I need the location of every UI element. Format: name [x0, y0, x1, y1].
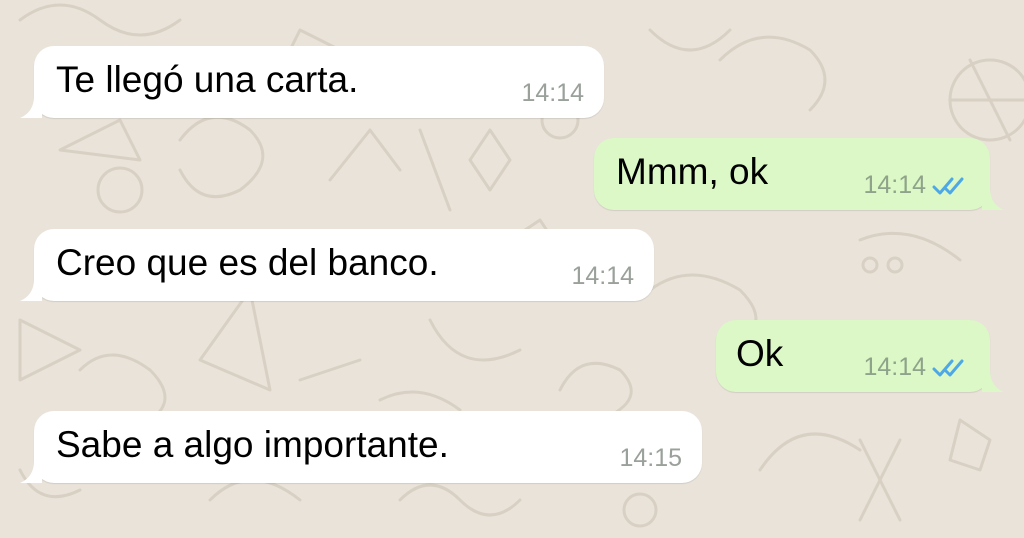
message-meta: 14:15 — [619, 444, 682, 473]
message-meta: 14:14 — [863, 171, 970, 200]
message-text: Creo que es del banco. — [56, 242, 439, 283]
message-time: 14:14 — [571, 262, 634, 290]
double-check-read-icon — [932, 359, 964, 376]
message-text: Sabe a algo importante. — [56, 424, 449, 465]
message-text: Ok — [736, 333, 784, 374]
message-bubble-incoming-2[interactable]: Creo que es del banco. 14:14 — [20, 229, 654, 301]
message-text: Te llegó una carta. — [56, 59, 359, 100]
message-bubble-incoming-3[interactable]: Sabe a algo importante. 14:15 — [20, 411, 702, 483]
message-bubble-incoming-1[interactable]: Te llegó una carta. 14:14 — [20, 46, 604, 118]
message-time: 14:14 — [521, 79, 584, 107]
message-time: 14:14 — [863, 171, 926, 199]
bubble-tail-icon — [982, 184, 1004, 210]
bubble-tail-icon — [20, 275, 42, 301]
message-meta: 14:14 — [571, 262, 634, 291]
bubble-tail-icon — [982, 366, 1004, 392]
message-bubble-outgoing-2[interactable]: Ok 14:14 — [716, 320, 1004, 392]
message-text: Mmm, ok — [616, 151, 769, 192]
bubble-tail-icon — [20, 92, 42, 118]
message-meta: 14:14 — [521, 79, 584, 108]
message-bubble-outgoing-1[interactable]: Mmm, ok 14:14 — [594, 138, 1004, 210]
bubble-tail-icon — [20, 457, 42, 483]
message-meta: 14:14 — [863, 353, 970, 382]
double-check-read-icon — [932, 177, 964, 194]
message-time: 14:15 — [619, 444, 682, 472]
message-time: 14:14 — [863, 353, 926, 381]
